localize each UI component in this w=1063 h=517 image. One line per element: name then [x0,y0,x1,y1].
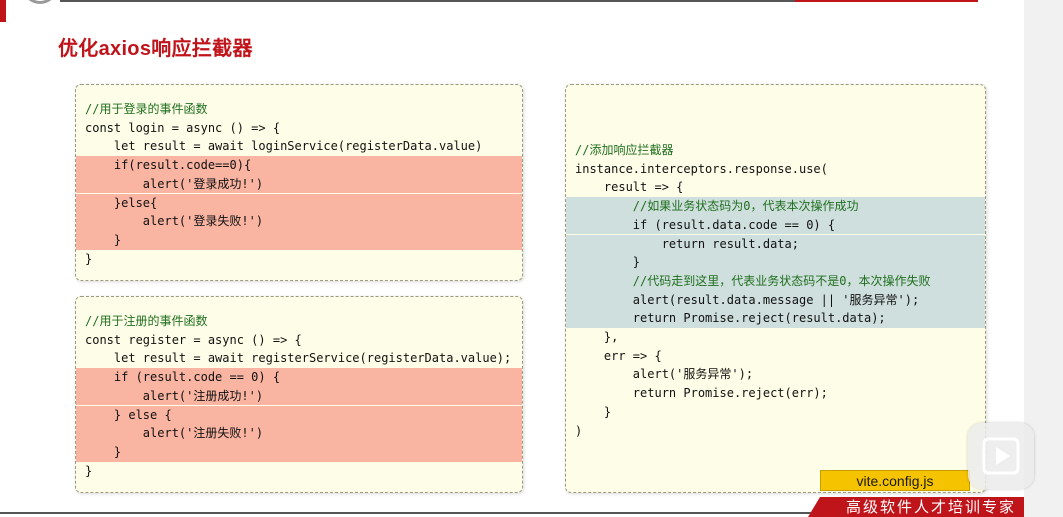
code-line-highlighted: if (result.code == 0) { [76,368,522,387]
register-code-block: //用于注册的事件函数 const register = async () =>… [75,296,523,493]
code-line: err => { [575,348,662,363]
code-line-highlighted: alert(result.data.message || '服务异常'); [566,290,985,310]
code-line: instance.interceptors.response.use( [575,161,828,176]
code-line-highlighted: } else { [76,405,522,425]
code-line-highlighted: alert('登录成功!') [76,174,522,194]
code-line: alert('服务异常'); [575,367,754,382]
code-line: }, [575,330,619,344]
code-line: ) [575,423,583,438]
code-line: } [85,463,93,478]
code-line-highlighted: alert('注册成功!') [76,386,522,406]
code-line-highlighted: } [76,230,522,250]
code-line: } [575,404,612,419]
play-button[interactable] [968,423,1034,489]
code-line-highlighted: //代码走到这里，代表业务状态码不是0，本次操作失败 [566,271,985,291]
code-line-highlighted: } [566,253,985,272]
code-line-highlighted: if(result.code==0){ [76,156,522,175]
slide-logo-arc [22,0,58,4]
code-line-highlighted: return result.data; [566,234,985,254]
code-line: const login = async () => { [85,120,281,135]
code-line-highlighted: } [76,442,522,462]
code-line: let result = await loginService(register… [85,139,483,154]
code-line: //添加响应拦截器 [575,143,674,157]
code-line: //用于注册的事件函数 [85,314,208,328]
code-line-highlighted: return Promise.reject(result.data); [566,309,985,328]
code-line-highlighted: //如果业务状态码为0，代表本次操作成功 [566,197,985,216]
code-line-highlighted: if (result.data.code == 0) { [566,215,985,235]
code-line-highlighted: alert('注册失败!') [76,424,522,443]
login-code-block: //用于登录的事件函数 const login = async () => { … [75,84,523,281]
code-line: result => { [575,180,684,195]
slide-top-rule-accent [795,0,978,2]
code-line: //用于登录的事件函数 [85,102,208,116]
code-line: let result = await registerService(regis… [85,351,512,366]
file-name-tag: vite.config.js [820,470,970,491]
slide-title: 优化axios响应拦截器 [58,38,253,60]
code-line: const register = async () => { [85,332,302,347]
interceptor-code-block: //添加响应拦截器 instance.interceptors.response… [565,84,986,493]
code-line-highlighted: }else{ [76,193,522,213]
footer-slogan: 高级软件人才培训专家 [808,497,1024,517]
code-line-highlighted: alert('登录失败!') [76,212,522,231]
slide-corner-accent [0,0,6,22]
code-line: } [85,251,93,266]
play-icon [982,437,1020,475]
code-line: return Promise.reject(err); [575,386,828,401]
